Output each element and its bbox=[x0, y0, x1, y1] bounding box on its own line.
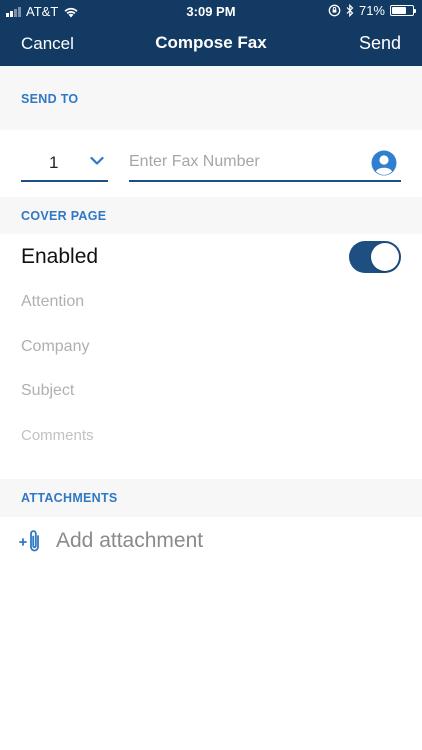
battery-percent: 71% bbox=[358, 3, 385, 18]
nav-bar: Cancel Compose Fax Send bbox=[0, 22, 422, 66]
attention-input[interactable] bbox=[21, 288, 401, 316]
attachments-section-header: ATTACHMENTS bbox=[0, 479, 422, 517]
cover-page-section-header: COVER PAGE bbox=[0, 197, 422, 234]
app-header: AT&T 3:09 PM 71% Cancel Compose Fax Send bbox=[0, 0, 422, 66]
chevron-down-icon bbox=[90, 156, 104, 165]
cover-enabled-label: Enabled bbox=[21, 245, 99, 268]
orientation-lock-icon bbox=[328, 4, 341, 17]
cancel-button[interactable]: Cancel bbox=[21, 34, 74, 54]
contact-picker-icon[interactable] bbox=[371, 150, 397, 176]
subject-field[interactable] bbox=[21, 377, 401, 405]
attention-field[interactable] bbox=[21, 288, 401, 316]
add-paperclip-icon bbox=[19, 530, 39, 552]
status-right: 71% bbox=[328, 3, 416, 18]
fax-number-field[interactable] bbox=[129, 146, 401, 182]
battery-fill bbox=[392, 7, 407, 14]
send-to-label: SEND TO bbox=[21, 92, 79, 106]
add-attachment-label: Add attachment bbox=[56, 529, 204, 552]
send-to-section-header: SEND TO bbox=[0, 66, 422, 130]
toggle-knob bbox=[371, 243, 399, 271]
subject-input[interactable] bbox=[21, 377, 401, 405]
company-field[interactable] bbox=[21, 333, 401, 361]
bluetooth-icon bbox=[346, 4, 354, 17]
attachments-label: ATTACHMENTS bbox=[21, 491, 118, 505]
fax-number-input[interactable] bbox=[129, 148, 359, 176]
country-code-select[interactable]: 1 bbox=[21, 146, 108, 182]
send-button[interactable]: Send bbox=[359, 33, 401, 54]
battery-icon bbox=[390, 5, 416, 16]
country-code-value: 1 bbox=[49, 153, 59, 172]
cover-page-toggle[interactable] bbox=[349, 241, 401, 273]
cover-page-label: COVER PAGE bbox=[21, 209, 107, 223]
comments-input[interactable] bbox=[21, 421, 401, 449]
comments-field[interactable] bbox=[21, 421, 401, 449]
company-input[interactable] bbox=[21, 333, 401, 361]
status-bar: AT&T 3:09 PM 71% bbox=[0, 0, 422, 22]
add-attachment-button[interactable]: Add attachment bbox=[19, 526, 203, 556]
